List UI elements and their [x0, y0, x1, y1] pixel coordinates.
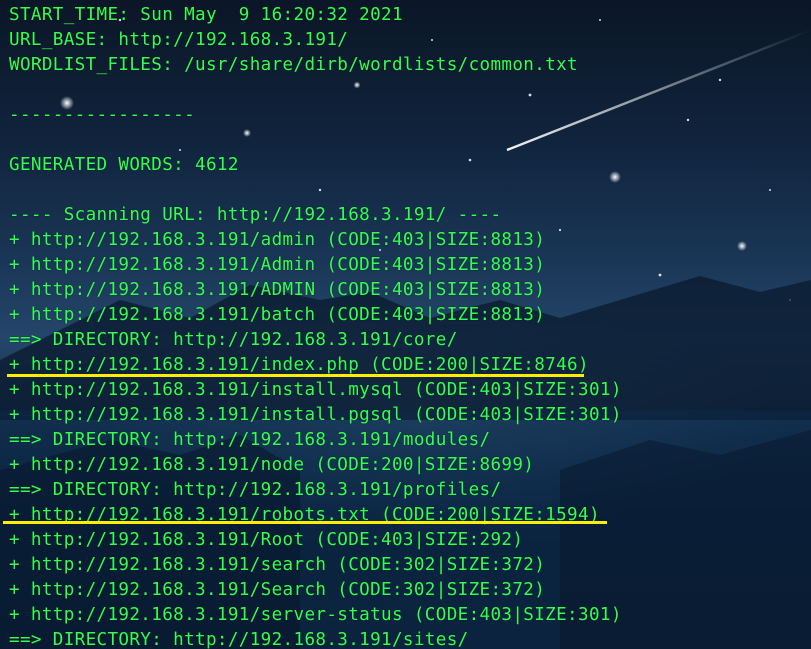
result-line: + http://192.168.3.191/server-status (CO…	[9, 605, 622, 625]
start-time-line: START_TIME: Sun May 9 16:20:32 2021	[9, 5, 403, 25]
scanning-url-line: ---- Scanning URL: http://192.168.3.191/…	[9, 205, 502, 225]
terminal-output[interactable]: START_TIME: Sun May 9 16:20:32 2021 URL_…	[9, 3, 804, 649]
result-line: + http://192.168.3.191/ADMIN (CODE:403|S…	[9, 280, 546, 300]
result-line: + http://192.168.3.191/Root (CODE:403|SI…	[9, 530, 524, 550]
result-line: + http://192.168.3.191/node (CODE:200|SI…	[9, 455, 535, 475]
generated-words-line: GENERATED WORDS: 4612	[9, 155, 239, 175]
highlight-underline	[7, 374, 584, 377]
wordlist-files-line: WORDLIST_FILES: /usr/share/dirb/wordlist…	[9, 55, 579, 75]
terminal-window[interactable]: START_TIME: Sun May 9 16:20:32 2021 URL_…	[0, 0, 811, 649]
result-line: + http://192.168.3.191/admin (CODE:403|S…	[9, 230, 546, 250]
directory-line: ==> DIRECTORY: http://192.168.3.191/prof…	[9, 480, 502, 500]
result-line: + http://192.168.3.191/Admin (CODE:403|S…	[9, 255, 546, 275]
directory-line: ==> DIRECTORY: http://192.168.3.191/site…	[9, 630, 469, 649]
directory-line: ==> DIRECTORY: http://192.168.3.191/core…	[9, 330, 458, 350]
directory-line: ==> DIRECTORY: http://192.168.3.191/modu…	[9, 430, 491, 450]
result-line: + http://192.168.3.191/install.mysql (CO…	[9, 380, 622, 400]
result-line: + http://192.168.3.191/Search (CODE:302|…	[9, 580, 546, 600]
highlight-underline	[3, 521, 607, 524]
result-line: + http://192.168.3.191/search (CODE:302|…	[9, 555, 546, 575]
result-line: + http://192.168.3.191/install.pgsql (CO…	[9, 405, 622, 425]
result-line: + http://192.168.3.191/batch (CODE:403|S…	[9, 305, 546, 325]
separator-line: -----------------	[9, 105, 196, 125]
result-line-highlighted: + http://192.168.3.191/robots.txt (CODE:…	[9, 505, 600, 525]
url-base-line: URL_BASE: http://192.168.3.191/	[9, 30, 349, 50]
